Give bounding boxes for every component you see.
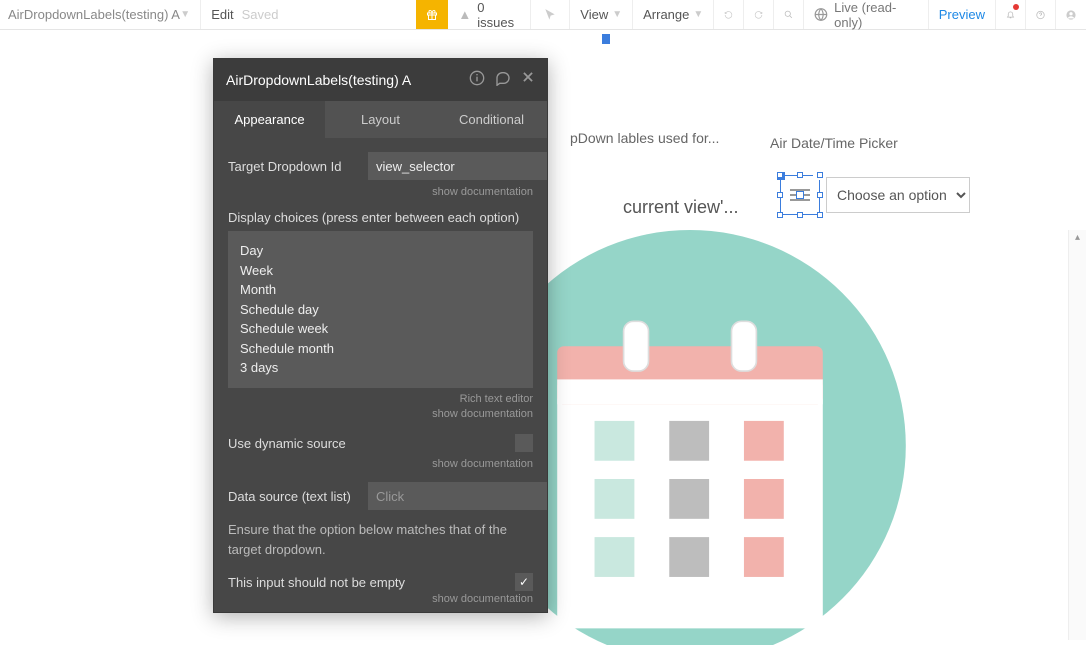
- choose-option-dropdown[interactable]: Choose an option: [826, 177, 970, 213]
- search-button[interactable]: [774, 0, 804, 29]
- comment-icon[interactable]: [495, 70, 511, 90]
- app-name-dropdown[interactable]: AirDropdownLabels(testing) A ▼: [0, 0, 201, 29]
- view-label: View: [580, 7, 608, 22]
- redo-button[interactable]: [744, 0, 774, 29]
- help-icon: [1036, 7, 1045, 23]
- user-icon: [1066, 6, 1076, 24]
- ruler-marker: [602, 34, 610, 44]
- chevron-down-icon: ▼: [180, 9, 190, 20]
- issues-count: 0 issues: [477, 0, 520, 30]
- arrange-label: Arrange: [643, 7, 689, 22]
- show-documentation-link[interactable]: show documentation: [228, 593, 533, 605]
- choice-item: 3 days: [240, 358, 521, 378]
- cursor-icon: [543, 8, 557, 22]
- choice-item: Day: [240, 241, 521, 261]
- issues-button[interactable]: ▲ 0 issues: [448, 0, 531, 29]
- preview-button[interactable]: Preview: [929, 0, 996, 29]
- selected-element-wrap: Choose an option: [780, 175, 970, 215]
- show-documentation-link[interactable]: show documentation: [228, 186, 533, 198]
- scroll-up-icon[interactable]: ▴: [1069, 230, 1086, 246]
- gift-button[interactable]: [416, 0, 448, 29]
- view-dropdown[interactable]: View ▼: [570, 0, 633, 29]
- panel-tabs: Appearance Layout Conditional: [214, 101, 547, 138]
- notifications-button[interactable]: [996, 0, 1026, 29]
- panel-header[interactable]: AirDropdownLabels(testing) A: [214, 59, 547, 101]
- bg-element-label-1: pDown lables used for...: [570, 130, 719, 146]
- display-choices-label: Display choices (press enter between eac…: [228, 210, 533, 225]
- display-choices-input[interactable]: Day Week Month Schedule day Schedule wee…: [228, 231, 533, 388]
- edit-status: Edit Saved: [201, 0, 416, 29]
- tab-layout[interactable]: Layout: [325, 101, 436, 138]
- choice-item: Month: [240, 280, 521, 300]
- target-dropdown-label: Target Dropdown Id: [228, 159, 358, 174]
- not-empty-label: This input should not be empty: [228, 575, 515, 590]
- bg-view-text: current view'...: [623, 197, 738, 217]
- help-button[interactable]: [1026, 0, 1056, 29]
- choice-item: Schedule month: [240, 339, 521, 359]
- dynamic-source-checkbox[interactable]: [515, 434, 533, 452]
- top-toolbar: AirDropdownLabels(testing) A ▼ Edit Save…: [0, 0, 1086, 30]
- arrange-dropdown[interactable]: Arrange ▼: [633, 0, 714, 29]
- data-source-input[interactable]: [368, 482, 547, 510]
- app-name-text: AirDropdownLabels(testing) A: [8, 7, 180, 22]
- pointer-button[interactable]: [531, 0, 570, 29]
- user-button[interactable]: [1056, 0, 1086, 29]
- tab-conditional[interactable]: Conditional: [436, 101, 547, 138]
- live-label: Live (read-only): [834, 0, 918, 30]
- data-source-label: Data source (text list): [228, 489, 358, 504]
- gift-icon: [426, 6, 438, 24]
- not-empty-checkbox[interactable]: ✓: [515, 573, 533, 591]
- bg-view-selector[interactable]: current view'... ⌄: [623, 197, 794, 218]
- panel-body: Target Dropdown Id show documentation Di…: [214, 138, 547, 612]
- bg-element-label-2: Air Date/Time Picker: [770, 135, 898, 151]
- dynamic-source-label: Use dynamic source: [228, 436, 505, 451]
- choice-item: Week: [240, 261, 521, 281]
- undo-icon: [724, 7, 733, 23]
- undo-button[interactable]: [714, 0, 744, 29]
- canvas-scrollbar[interactable]: ▴: [1068, 230, 1086, 640]
- target-dropdown-input[interactable]: [368, 152, 547, 180]
- show-documentation-link[interactable]: show documentation: [432, 407, 533, 422]
- info-icon[interactable]: [469, 70, 485, 90]
- chevron-down-icon: ▼: [612, 9, 622, 20]
- note-text: Ensure that the option below matches tha…: [228, 520, 533, 559]
- notification-dot: [1013, 4, 1019, 10]
- saved-label: Saved: [242, 7, 279, 22]
- preview-label: Preview: [939, 7, 985, 22]
- warning-icon: ▲: [458, 7, 471, 22]
- globe-icon: [814, 7, 828, 22]
- close-icon[interactable]: [521, 70, 535, 90]
- choice-item: Schedule day: [240, 300, 521, 320]
- live-status[interactable]: Live (read-only): [804, 0, 928, 29]
- edit-label[interactable]: Edit: [211, 7, 233, 22]
- tab-appearance[interactable]: Appearance: [214, 101, 325, 138]
- redo-icon: [754, 7, 763, 23]
- selection-handle[interactable]: [780, 175, 820, 215]
- panel-title: AirDropdownLabels(testing) A: [226, 72, 411, 88]
- choice-item: Schedule week: [240, 319, 521, 339]
- rich-text-link[interactable]: Rich text editor: [460, 392, 533, 407]
- chevron-down-icon: ▼: [693, 9, 703, 20]
- search-icon: [784, 7, 793, 22]
- show-documentation-link[interactable]: show documentation: [228, 458, 533, 470]
- property-panel: AirDropdownLabels(testing) A Appearance …: [213, 58, 548, 613]
